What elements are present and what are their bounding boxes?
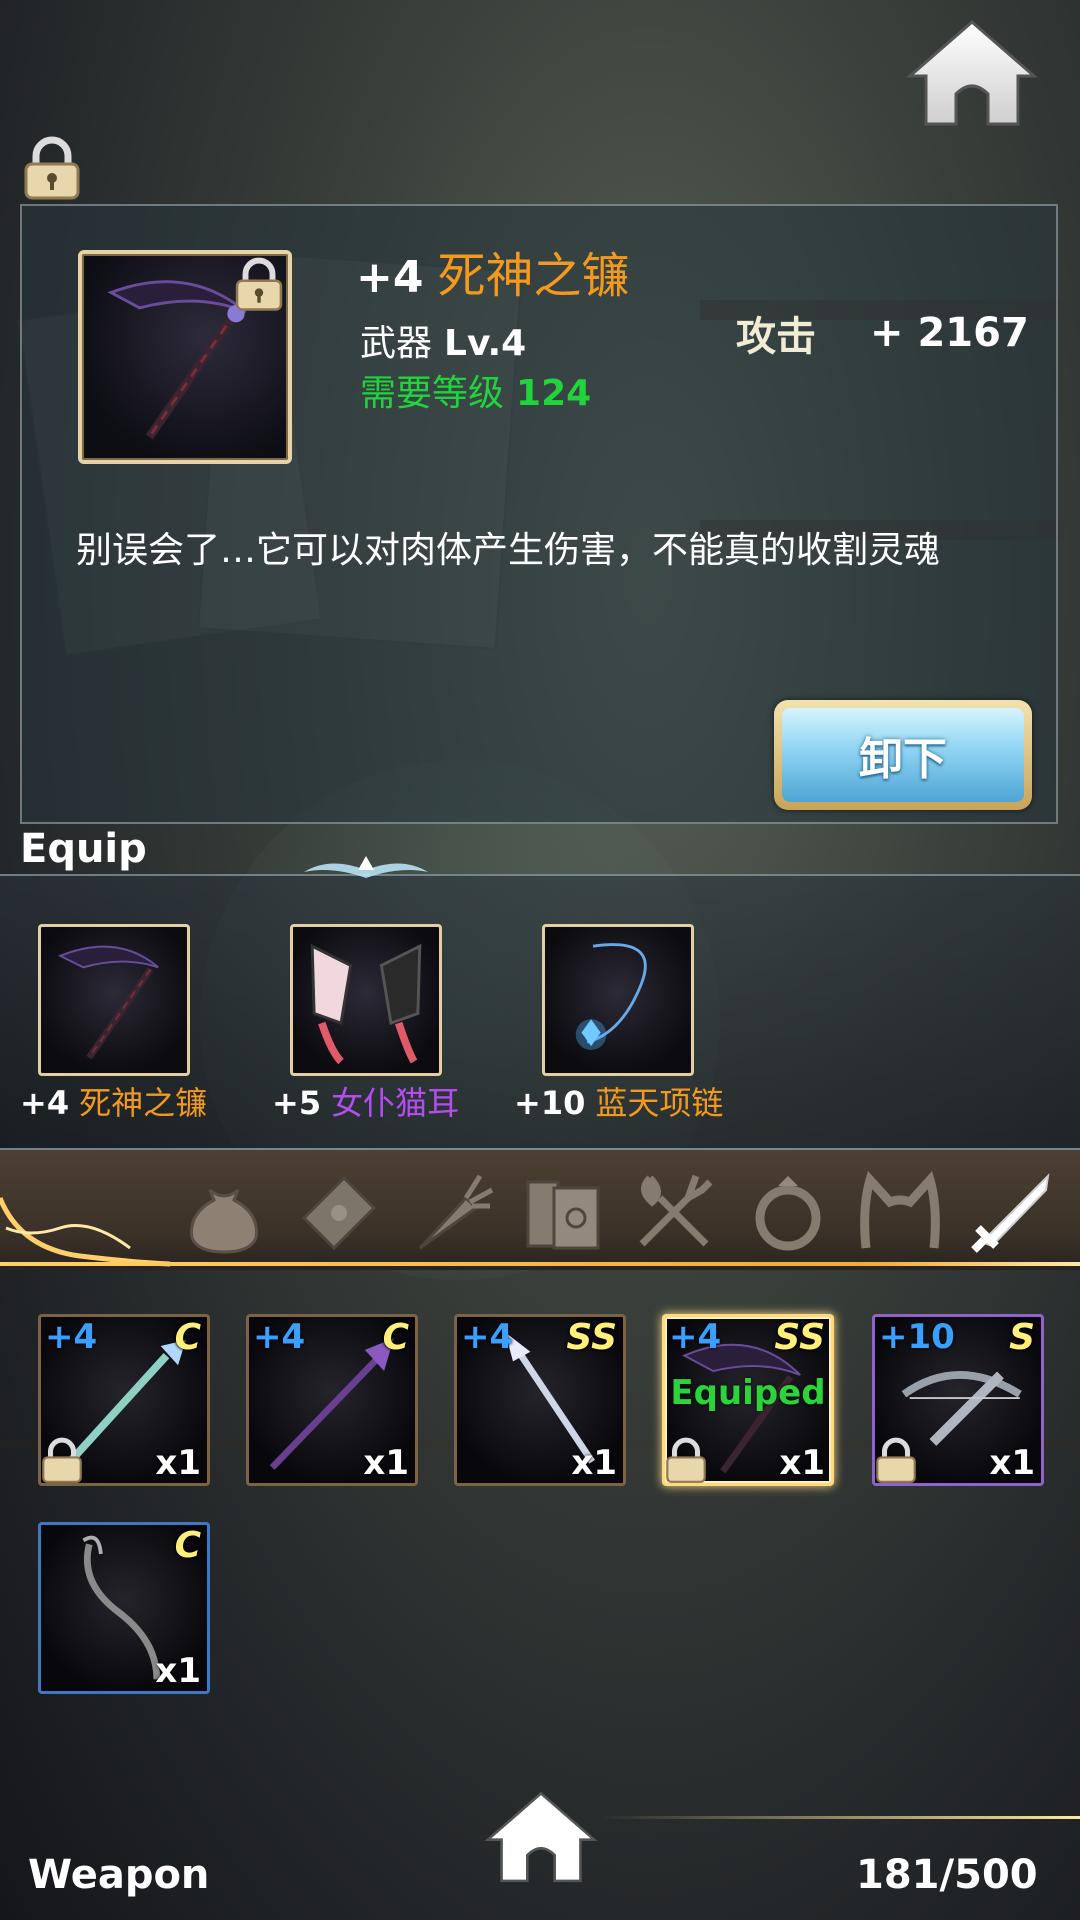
item-quantity: x1 <box>779 1443 825 1483</box>
item-grade: SS <box>774 1317 825 1358</box>
cat-ears-item-icon <box>310 943 422 1065</box>
cat-ears-icon[interactable] <box>856 1168 944 1256</box>
lock-icon <box>876 1437 916 1483</box>
footer-divider <box>600 1816 1080 1819</box>
attack-stat-value: + 2167 <box>870 310 1029 356</box>
item-quantity: x1 <box>571 1443 617 1483</box>
item-quantity: x1 <box>155 1443 201 1483</box>
inventory-item[interactable]: +4 SS x1 <box>454 1314 626 1486</box>
scythe-icon <box>57 945 159 1060</box>
equip-slot-necklace[interactable] <box>542 924 694 1076</box>
item-requirement: 需要等级 124 <box>360 364 591 416</box>
equip-item-name: 蓝天项链 <box>595 1084 724 1122</box>
lock-icon[interactable] <box>20 136 84 202</box>
item-type: 武器 <box>360 323 433 364</box>
equip-enhance: +10 <box>514 1084 586 1122</box>
required-level-label: 需要等级 <box>360 373 505 414</box>
unequip-button[interactable]: 卸下 <box>774 700 1032 810</box>
item-quantity: x1 <box>155 1651 201 1691</box>
inventory-count: 181/500 <box>856 1852 1038 1898</box>
item-level: Lv.4 <box>444 323 527 364</box>
tab-divider <box>0 1262 1080 1266</box>
inventory-item-selected[interactable]: +4 SS Equiped x1 <box>662 1314 834 1486</box>
equip-slot-necklace-name: +10 蓝天项链 <box>514 1078 723 1124</box>
item-detail-panel: +4 死神之镰 武器 Lv.4 需要等级 124 攻击 + 2167 别误会了…它可以… <box>20 204 1058 824</box>
item-grade: S <box>1009 1317 1035 1358</box>
bag-icon[interactable] <box>180 1168 268 1256</box>
item-name: 死神之镰 <box>437 248 630 304</box>
item-lock-icon[interactable] <box>232 256 286 314</box>
home-icon[interactable] <box>906 18 1038 130</box>
item-title: +4 死神之镰 <box>356 236 630 306</box>
item-grade: SS <box>566 1317 617 1358</box>
item-description: 别误会了…它可以对肉体产生伤害，不能真的收割灵魂 <box>76 530 941 571</box>
equip-slot-headwear-name: +5 女仆猫耳 <box>272 1078 459 1124</box>
inventory-category-label: Weapon <box>28 1852 210 1898</box>
item-enhance: +10 <box>879 1317 955 1357</box>
item-quantity: x1 <box>363 1443 409 1483</box>
equip-enhance: +5 <box>272 1084 322 1122</box>
item-grade: C <box>174 1317 201 1358</box>
lock-icon <box>666 1437 706 1483</box>
item-enhance: +4 <box>253 1317 306 1357</box>
inventory-item[interactable]: +4 C x1 <box>246 1314 418 1486</box>
inventory-item[interactable]: +10 S x1 <box>872 1314 1044 1486</box>
equip-slot-weapon[interactable] <box>38 924 190 1076</box>
item-enhance: +4 <box>669 1317 722 1357</box>
item-image-frame <box>78 250 292 464</box>
item-enhance: +4 <box>461 1317 514 1357</box>
inventory-item[interactable]: +4 C x1 <box>38 1314 210 1486</box>
equip-slot-weapon-name: +4 死神之镰 <box>20 1078 207 1124</box>
required-level-value: 124 <box>516 373 592 414</box>
equip-item-name: 死神之镰 <box>79 1084 208 1122</box>
lock-icon <box>42 1437 82 1483</box>
equip-enhance: +4 <box>20 1084 70 1122</box>
item-grade: C <box>174 1525 201 1566</box>
carrot-icon[interactable] <box>406 1168 494 1256</box>
item-quantity: x1 <box>989 1443 1035 1483</box>
item-type-line: 武器 Lv.4 <box>360 314 526 366</box>
unequip-button-label: 卸下 <box>782 708 1024 802</box>
utensils-icon[interactable] <box>630 1168 718 1256</box>
item-enhance: +4 <box>45 1317 98 1357</box>
item-grade: C <box>382 1317 409 1358</box>
equip-slot-headwear[interactable] <box>290 924 442 1076</box>
sword-icon[interactable] <box>968 1168 1056 1256</box>
book-icon[interactable] <box>518 1168 606 1256</box>
letter-icon[interactable] <box>294 1168 382 1256</box>
ring-icon[interactable] <box>744 1168 832 1256</box>
attack-stat-label: 攻击 <box>736 314 816 360</box>
swirl-ornament-icon <box>0 1197 171 1267</box>
necklace-icon <box>575 943 647 1050</box>
ornament-icon <box>304 856 428 878</box>
home-icon[interactable] <box>484 1790 598 1886</box>
equip-section-title: Equip <box>20 826 147 872</box>
equipped-badge: Equiped <box>670 1373 826 1413</box>
inventory-item[interactable]: C x1 <box>38 1522 210 1694</box>
item-enhance-level: +4 <box>356 252 424 303</box>
equip-item-name: 女仆猫耳 <box>331 1084 460 1122</box>
